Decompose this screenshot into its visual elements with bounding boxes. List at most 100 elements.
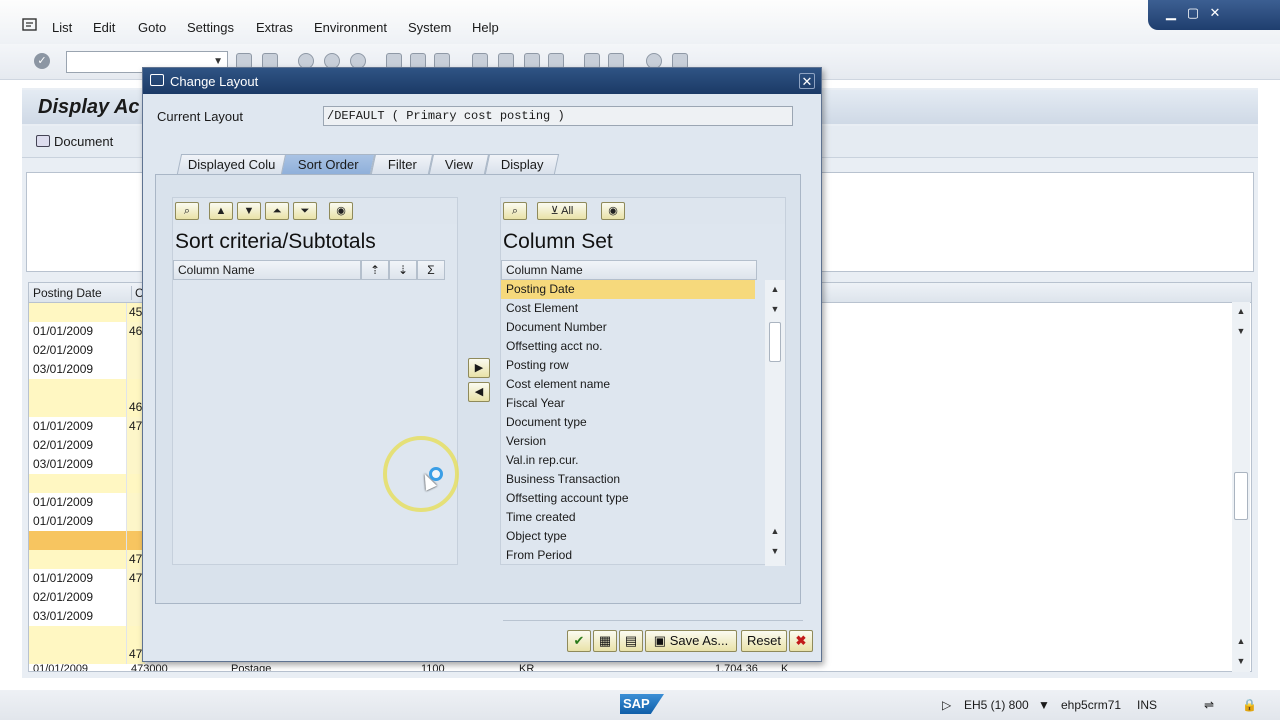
tab-displayed-columns[interactable]: Displayed Colu xyxy=(176,154,288,174)
sort-criteria-title: Sort criteria/Subtotals xyxy=(175,230,376,253)
tab-sort-order[interactable]: Sort Order xyxy=(280,154,376,174)
list-item[interactable]: Object type xyxy=(501,527,755,546)
descending-icon[interactable]: ⇣ xyxy=(389,260,417,280)
document-icon xyxy=(36,135,50,147)
move-down-icon[interactable]: ▼ xyxy=(237,202,261,220)
color-wheel-icon[interactable]: ◉ xyxy=(329,202,353,220)
column-set-list: Posting Date Cost Element Document Number O… xyxy=(501,280,755,566)
minimize-icon[interactable]: ▁ xyxy=(1162,5,1180,21)
list-item[interactable]: Posting Date xyxy=(501,280,755,299)
chevron-down-icon[interactable]: ▼ xyxy=(1038,698,1050,712)
list-item[interactable]: Fiscal Year xyxy=(501,394,755,413)
subtotal-icon[interactable]: Σ xyxy=(417,260,445,280)
tab-view[interactable]: View xyxy=(428,154,490,174)
cell-date: 02/01/2009 xyxy=(29,341,127,360)
scroll-down-icon[interactable]: ▼ xyxy=(1236,326,1246,336)
save-layout-icon[interactable]: ▤ xyxy=(619,630,643,652)
tab-filter[interactable]: Filter xyxy=(370,154,434,174)
grid-scrollbar[interactable]: ▲ ▼ ▲ ▼ xyxy=(1232,302,1250,672)
list-item[interactable]: Version xyxy=(501,432,755,451)
scroll-up-icon[interactable]: ▲ xyxy=(769,526,781,536)
scroll-down-icon[interactable]: ▼ xyxy=(769,546,781,556)
list-item[interactable]: Cost Element xyxy=(501,299,755,318)
enter-icon[interactable]: ✓ xyxy=(34,53,50,69)
menu-edit[interactable]: Edit xyxy=(93,20,115,35)
filter-all-label: All xyxy=(561,205,574,217)
column-header-posting-date[interactable]: Posting Date xyxy=(33,286,102,300)
cell-date: 03/01/2009 xyxy=(29,360,127,379)
move-bottom-icon[interactable]: ⏷ xyxy=(293,202,317,220)
move-right-button[interactable]: ▶ xyxy=(468,358,490,378)
cell-date: 01/01/2009 xyxy=(33,663,89,672)
list-item[interactable]: Offsetting account type xyxy=(501,489,755,508)
list-item[interactable]: Document type xyxy=(501,413,755,432)
column-set-scrollbar[interactable]: ▲ ▼ ▲ ▼ xyxy=(765,280,785,566)
filter-all-button[interactable]: ⊻ All xyxy=(537,202,587,220)
status-bar: SAP ▷ EH5 (1) 800 ▼ ehp5crm71 INS ⇌ 🔒 xyxy=(0,690,1280,720)
menu-goto[interactable]: Goto xyxy=(138,20,166,35)
scroll-down-icon[interactable]: ▼ xyxy=(769,304,781,314)
list-item[interactable]: Time created xyxy=(501,508,755,527)
scroll-thumb[interactable] xyxy=(769,322,781,362)
scroll-up-icon[interactable]: ▲ xyxy=(1236,306,1246,316)
list-item[interactable]: From Period xyxy=(501,546,755,565)
tab-display[interactable]: Display xyxy=(484,154,560,174)
move-up-icon[interactable]: ▲ xyxy=(209,202,233,220)
scroll-thumb[interactable] xyxy=(1234,472,1248,520)
menu-help[interactable]: Help xyxy=(472,20,499,35)
maximize-icon[interactable]: ▢ xyxy=(1184,5,1202,21)
dialog-icon xyxy=(150,74,164,86)
menu-list[interactable]: List xyxy=(52,20,72,35)
list-item[interactable]: Document Number xyxy=(501,318,755,337)
dialog-title-bar: Change Layout ✕ xyxy=(143,68,821,94)
menu-extras[interactable]: Extras xyxy=(256,20,293,35)
list-item[interactable]: Business Transaction xyxy=(501,470,755,489)
save-as-button[interactable]: ▣ Save As... xyxy=(645,630,737,652)
move-top-icon[interactable]: ⏶ xyxy=(265,202,289,220)
cell-date xyxy=(29,645,127,664)
input-mode: INS xyxy=(1137,698,1158,712)
ascending-icon[interactable]: ⇡ xyxy=(361,260,389,280)
cell-date xyxy=(29,550,127,569)
document-label: Document xyxy=(54,134,114,149)
change-layout-dialog: Change Layout ✕ Current Layout /DEFAULT … xyxy=(142,67,822,662)
copy-layout-icon[interactable]: ▦ xyxy=(593,630,617,652)
color-wheel-icon[interactable]: ◉ xyxy=(601,202,625,220)
cell-col5: KR xyxy=(519,663,535,672)
close-icon[interactable]: ✕ xyxy=(799,73,815,89)
sort-column-name-header[interactable]: Column Name xyxy=(173,260,361,280)
list-item[interactable]: Posting row xyxy=(501,356,755,375)
scroll-up-icon[interactable]: ▲ xyxy=(1236,636,1246,646)
network-icon: ⇌ xyxy=(1204,698,1215,712)
cancel-button[interactable]: ✖ xyxy=(789,630,813,652)
menu-icon[interactable] xyxy=(22,18,38,32)
binoculars-icon[interactable]: ⌕ xyxy=(175,202,199,220)
close-icon[interactable]: ✕ xyxy=(1206,5,1224,21)
document-button[interactable]: Document xyxy=(36,134,113,149)
tab-label: Filter xyxy=(387,157,417,172)
menu-environment[interactable]: Environment xyxy=(314,20,387,35)
table-row[interactable]: 01/01/2009 473000 Postage 1100 KR 1,704.… xyxy=(29,663,1251,672)
play-icon[interactable]: ▷ xyxy=(942,698,951,712)
column-set-column-name-header[interactable]: Column Name xyxy=(501,260,757,280)
menu-settings[interactable]: Settings xyxy=(187,20,234,35)
cell-date: 01/01/2009 xyxy=(29,322,127,341)
column-set-title: Column Set xyxy=(503,230,613,253)
filter-icon: ⊻ xyxy=(550,205,559,217)
move-left-button[interactable]: ◀ xyxy=(468,382,490,402)
chevron-down-icon[interactable]: ▼ xyxy=(213,56,223,67)
list-item[interactable]: Offsetting acct no. xyxy=(501,337,755,356)
cell-date: 01/01/2009 xyxy=(29,512,127,531)
save-as-label: Save As... xyxy=(669,633,729,648)
window-controls: ▁ ▢ ✕ xyxy=(1148,0,1280,30)
reset-button[interactable]: Reset xyxy=(741,630,787,652)
confirm-button[interactable]: ✔ xyxy=(567,630,591,652)
list-item[interactable]: Val.in rep.cur. xyxy=(501,451,755,470)
cell-date xyxy=(29,474,127,493)
binoculars-icon[interactable]: ⌕ xyxy=(503,202,527,220)
cell-date xyxy=(29,626,127,645)
list-item[interactable]: Cost element name xyxy=(501,375,755,394)
menu-system[interactable]: System xyxy=(408,20,451,35)
scroll-down-icon[interactable]: ▼ xyxy=(1236,656,1246,666)
scroll-up-icon[interactable]: ▲ xyxy=(769,284,781,294)
